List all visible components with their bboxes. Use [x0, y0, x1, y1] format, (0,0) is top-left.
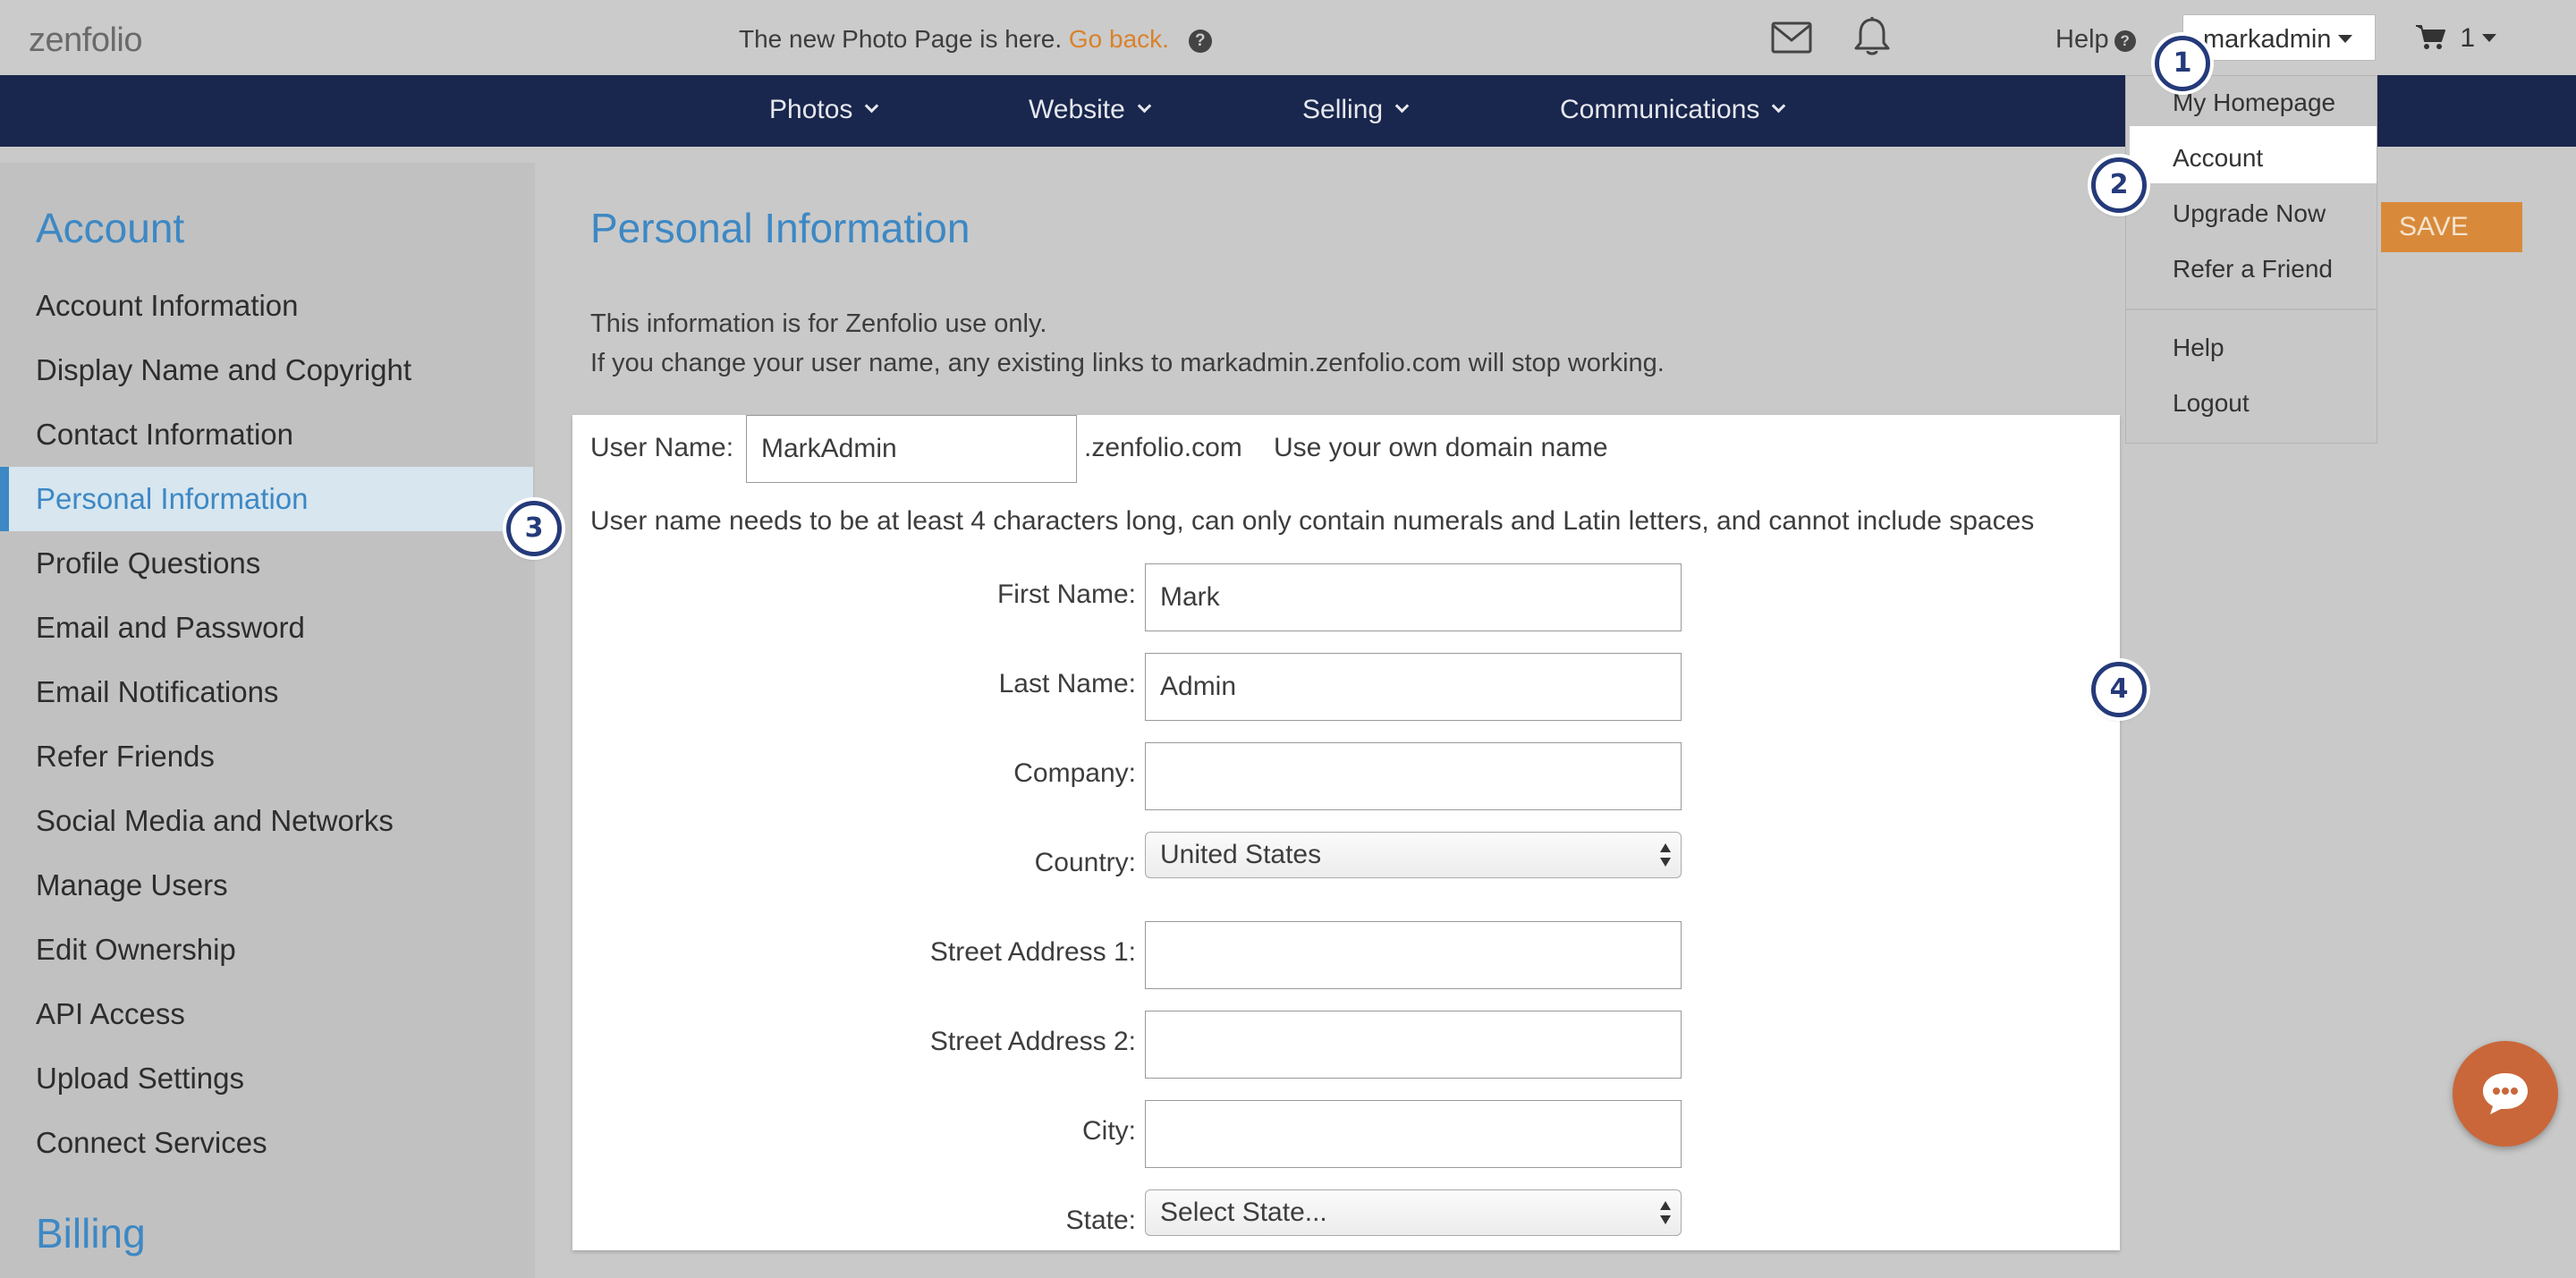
user-menu-button[interactable]: markadmin	[2182, 14, 2376, 61]
country-label: Country:	[1034, 848, 1136, 877]
last-name-input[interactable]: Admin	[1145, 653, 1682, 721]
account-sidebar: Account Account Information Display Name…	[0, 163, 535, 1278]
notice-text: The new Photo Page is here.	[739, 25, 1063, 53]
sidebar-item-refer-friends[interactable]: Refer Friends	[0, 724, 535, 789]
username-note: User name needs to be at least 4 charact…	[590, 506, 2035, 536]
sidebar-billing-title[interactable]: Billing	[36, 1209, 146, 1257]
menu-item-logout[interactable]: Logout	[2173, 389, 2250, 418]
menu-item-refer-a-friend[interactable]: Refer a Friend	[2173, 255, 2333, 284]
state-label: State:	[1065, 1206, 1136, 1235]
zenfolio-logo[interactable]: zenfolio	[29, 21, 142, 60]
sidebar-account-title: Account	[36, 205, 185, 251]
chevron-down-icon	[865, 98, 879, 114]
sidebar-item-email-password[interactable]: Email and Password	[0, 596, 535, 660]
photo-page-notice: The new Photo Page is here. Go back. ?	[739, 25, 1212, 54]
page-title: Personal Information	[590, 205, 970, 251]
sidebar-item-api-access[interactable]: API Access	[0, 982, 535, 1046]
username-label: User Name:	[590, 433, 734, 462]
company-input[interactable]	[1145, 742, 1682, 810]
street1-input[interactable]	[1145, 921, 1682, 989]
state-value: Select State...	[1160, 1198, 1327, 1227]
sidebar-item-contact-information[interactable]: Contact Information	[0, 402, 535, 467]
sidebar-item-email-notifications[interactable]: Email Notifications	[0, 660, 535, 724]
mail-icon[interactable]	[1771, 21, 1812, 54]
sidebar-item-personal-information[interactable]: Personal Information	[0, 467, 533, 531]
info-line-2: If you change your user name, any existi…	[590, 349, 1665, 377]
sidebar-item-profile-questions[interactable]: Profile Questions	[0, 531, 535, 596]
nav-selling[interactable]: Selling	[1302, 95, 1410, 125]
caret-down-icon	[2482, 34, 2497, 42]
menu-item-my-homepage[interactable]: My Homepage	[2173, 89, 2335, 117]
nav-website[interactable]: Website	[1029, 95, 1152, 125]
nav-label: Photos	[769, 95, 853, 124]
step-marker-3: 3	[506, 501, 562, 556]
street1-label: Street Address 1:	[929, 937, 1136, 967]
sidebar-item-social-media[interactable]: Social Media and Networks	[0, 789, 535, 853]
help-label: Help	[2055, 25, 2109, 54]
cart-icon	[2416, 25, 2445, 49]
step-marker-1: 1	[2155, 36, 2210, 91]
caret-down-icon	[2338, 35, 2353, 43]
first-name-input[interactable]: Mark	[1145, 563, 1682, 631]
help-link[interactable]: Help?	[2055, 25, 2136, 55]
username-input[interactable]: MarkAdmin	[746, 415, 1077, 483]
last-name-label: Last Name:	[998, 669, 1136, 698]
menu-item-help[interactable]: Help	[2173, 334, 2224, 362]
personal-info-form: User Name: MarkAdmin .zenfolio.com Use y…	[572, 415, 2120, 1250]
step-marker-4: 4	[2091, 662, 2147, 717]
info-line-1: This information is for Zenfolio use onl…	[590, 309, 1047, 338]
nav-photos[interactable]: Photos	[769, 95, 879, 125]
nav-label: Website	[1029, 95, 1125, 124]
select-arrows-icon	[1660, 843, 1671, 867]
user-label: markadmin	[2203, 25, 2332, 54]
menu-item-account[interactable]: Account	[2173, 144, 2263, 173]
sidebar-item-edit-ownership[interactable]: Edit Ownership	[0, 918, 535, 982]
state-select[interactable]: Select State...	[1145, 1189, 1682, 1236]
company-label: Company:	[1013, 758, 1136, 788]
city-input[interactable]	[1145, 1100, 1682, 1168]
sidebar-item-connect-services[interactable]: Connect Services	[0, 1111, 535, 1175]
sidebar-item-account-information[interactable]: Account Information	[0, 274, 535, 338]
street2-label: Street Address 2:	[929, 1027, 1136, 1056]
nav-communications[interactable]: Communications	[1560, 95, 1786, 125]
menu-item-upgrade-now[interactable]: Upgrade Now	[2173, 199, 2326, 228]
nav-label: Selling	[1302, 95, 1384, 124]
sidebar-item-upload-settings[interactable]: Upload Settings	[0, 1046, 535, 1111]
nav-label: Communications	[1560, 95, 1760, 124]
cart-count: 1	[2460, 23, 2476, 53]
chat-icon	[2483, 1073, 2528, 1114]
step-marker-2: 2	[2091, 157, 2147, 213]
chat-button[interactable]	[2453, 1041, 2558, 1147]
question-icon[interactable]: ?	[1188, 30, 1212, 53]
question-icon: ?	[2114, 30, 2136, 52]
sidebar-item-display-name[interactable]: Display Name and Copyright	[0, 338, 535, 402]
first-name-label: First Name:	[996, 580, 1136, 609]
chevron-down-icon	[1137, 98, 1152, 114]
country-value: United States	[1160, 840, 1322, 869]
cart-button[interactable]: 1	[2415, 23, 2497, 54]
own-domain-link[interactable]: Use your own domain name	[1274, 433, 1608, 463]
menu-divider	[2126, 309, 2377, 310]
domain-suffix: .zenfolio.com	[1084, 433, 1242, 462]
sidebar-item-manage-users[interactable]: Manage Users	[0, 853, 535, 918]
save-button[interactable]: SAVE	[2381, 202, 2522, 252]
chevron-down-icon	[1772, 98, 1786, 114]
street2-input[interactable]	[1145, 1011, 1682, 1079]
go-back-link[interactable]: Go back.	[1069, 25, 1169, 53]
city-label: City:	[1082, 1116, 1136, 1146]
user-dropdown-menu: My Homepage Account Upgrade Now Refer a …	[2125, 75, 2377, 444]
country-select[interactable]: United States	[1145, 832, 1682, 878]
bell-icon[interactable]	[1853, 16, 1891, 57]
select-arrows-icon	[1660, 1201, 1671, 1224]
chevron-down-icon	[1394, 98, 1410, 114]
